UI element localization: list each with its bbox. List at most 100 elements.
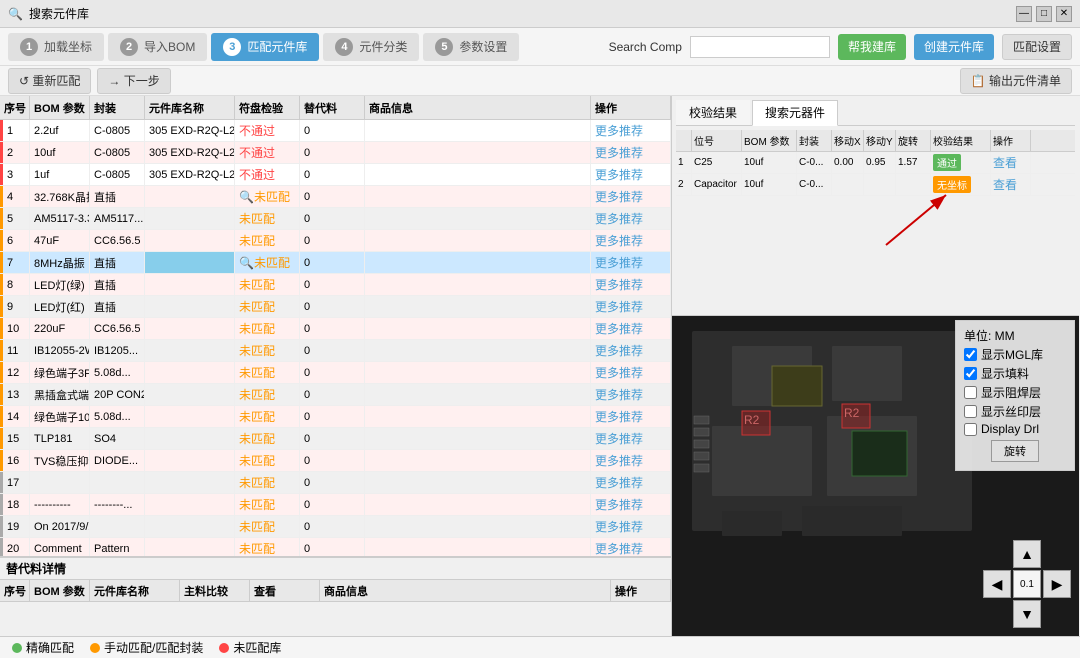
nav-up-button[interactable]: ▲ (1013, 540, 1041, 568)
row-alt: 0 (300, 494, 365, 515)
row-check: 不通过 (235, 164, 300, 185)
row-action[interactable]: 更多推荐 (591, 450, 671, 471)
row-action[interactable]: 更多推荐 (591, 230, 671, 251)
row-action[interactable]: 更多推荐 (591, 186, 671, 207)
steps-right: Search Comp 帮我建库 创建元件库 匹配设置 (609, 34, 1072, 60)
nav-right-button[interactable]: ▶ (1043, 570, 1071, 598)
checkbox-silkscreen[interactable] (964, 405, 977, 418)
step-3-button[interactable]: 3 匹配元件库 (211, 33, 319, 61)
rr-action[interactable]: 查看 (991, 152, 1031, 173)
right-panel: 校验结果 搜索元器件 位号 BOM 参数 封装 移动X 移动Y 旋转 校验结果 … (672, 96, 1079, 636)
maximize-button[interactable]: □ (1036, 6, 1052, 22)
row-check: 未匹配 (235, 296, 300, 317)
next-button[interactable]: → 下一步 (97, 68, 170, 94)
step-2-button[interactable]: 2 导入BOM (108, 33, 207, 61)
row-alt: 0 (300, 406, 365, 427)
row-alt: 0 (300, 230, 365, 251)
tab-search-component[interactable]: 搜索元器件 (752, 100, 838, 126)
step-5-number: 5 (435, 38, 453, 56)
row-action[interactable]: 更多推荐 (591, 208, 671, 229)
close-button[interactable]: ✕ (1056, 6, 1072, 22)
row-num: 15 (0, 428, 30, 449)
bottom-section-title: 替代料详情 (0, 558, 671, 580)
match-settings-button[interactable]: 匹配设置 (1002, 34, 1072, 60)
rr-movey: 0.95 (864, 152, 896, 173)
row-goods (365, 494, 591, 515)
row-action[interactable]: 更多推荐 (591, 340, 671, 361)
create-library-button[interactable]: 创建元件库 (914, 34, 994, 60)
row-num: 12 (0, 362, 30, 383)
row-bom: 8MHz晶振 (30, 252, 90, 273)
row-action[interactable]: 更多推荐 (591, 428, 671, 449)
export-button[interactable]: 📋 输出元件清单 (960, 68, 1072, 94)
row-action[interactable]: 更多推荐 (591, 120, 671, 141)
row-num: 5 (0, 208, 30, 229)
row-action[interactable]: 更多推荐 (591, 252, 671, 273)
checkbox-mgl[interactable] (964, 348, 977, 361)
step-4-button[interactable]: 4 元件分类 (323, 33, 419, 61)
rr-action[interactable]: 查看 (991, 174, 1031, 195)
checkbox-drl[interactable] (964, 423, 977, 436)
row-action[interactable]: 更多推荐 (591, 142, 671, 163)
row-bom: 47uF (30, 230, 90, 251)
title-bar-controls: — □ ✕ (1016, 6, 1072, 22)
step-1-number: 1 (20, 38, 38, 56)
row-alt: 0 (300, 450, 365, 471)
rth-rotate: 旋转 (896, 130, 931, 151)
row-action[interactable]: 更多推荐 (591, 362, 671, 383)
build-library-button[interactable]: 帮我建库 (838, 34, 906, 60)
row-num: 8 (0, 274, 30, 295)
title-bar-left: 🔍 搜索元件库 (8, 5, 89, 22)
rotate-button[interactable]: 旋转 (991, 440, 1039, 462)
row-action[interactable]: 更多推荐 (591, 296, 671, 317)
row-goods (365, 472, 591, 493)
row-bom: TVS稳压抑制二极管直插 (30, 450, 90, 471)
row-package: Pattern (90, 538, 145, 556)
step-1-button[interactable]: 1 加载坐标 (8, 33, 104, 61)
tab-check-results[interactable]: 校验结果 (676, 100, 750, 125)
row-alt: 0 (300, 164, 365, 185)
row-package: 直插 (90, 252, 145, 273)
rr-bom: 10uf (742, 174, 797, 195)
row-action[interactable]: 更多推荐 (591, 472, 671, 493)
search-comp-input[interactable] (690, 36, 830, 58)
option-fill: 显示填料 (964, 365, 1066, 382)
table-row: 20 Comment Pattern 未匹配 0 更多推荐 (0, 538, 671, 556)
row-action[interactable]: 更多推荐 (591, 318, 671, 339)
col-goods: 商品信息 (365, 96, 591, 119)
row-num: 2 (0, 142, 30, 163)
row-action[interactable]: 更多推荐 (591, 164, 671, 185)
checkbox-fill[interactable] (964, 367, 977, 380)
row-action[interactable]: 更多推荐 (591, 494, 671, 515)
row-name (145, 472, 235, 493)
row-goods (365, 164, 591, 185)
row-goods (365, 142, 591, 163)
row-action[interactable]: 更多推荐 (591, 538, 671, 556)
row-action[interactable]: 更多推荐 (591, 384, 671, 405)
row-alt: 0 (300, 208, 365, 229)
nav-down-button[interactable]: ▼ (1013, 600, 1041, 628)
rr-movey (864, 174, 896, 195)
legend-bar: 精确匹配 手动匹配/匹配封装 未匹配库 (0, 636, 1080, 658)
row-check: 未匹配 (235, 516, 300, 537)
row-alt: 0 (300, 296, 365, 317)
row-package (90, 472, 145, 493)
col-action: 操作 (591, 96, 671, 119)
rematch-button[interactable]: ↺ 重新匹配 (8, 68, 91, 94)
nav-left-button[interactable]: ◀ (983, 570, 1011, 598)
table-row: 16 TVS稳压抑制二极管直插 DIODE... 未匹配 0 更多推荐 (0, 450, 671, 472)
row-check: 未匹配 (235, 318, 300, 339)
row-action[interactable]: 更多推荐 (591, 274, 671, 295)
row-bom: 2.2uf (30, 120, 90, 141)
row-alt: 0 (300, 340, 365, 361)
row-action[interactable]: 更多推荐 (591, 406, 671, 427)
row-name (145, 208, 235, 229)
row-action[interactable]: 更多推荐 (591, 516, 671, 537)
row-package: IB1205... (90, 340, 145, 361)
table-row: 7 8MHz晶振 直插 🔍 未匹配 0 更多推荐 (0, 252, 671, 274)
checkbox-soldermask[interactable] (964, 386, 977, 399)
row-package: 5.08d... (90, 362, 145, 383)
row-goods (365, 406, 591, 427)
minimize-button[interactable]: — (1016, 6, 1032, 22)
step-5-button[interactable]: 5 参数设置 (423, 33, 519, 61)
